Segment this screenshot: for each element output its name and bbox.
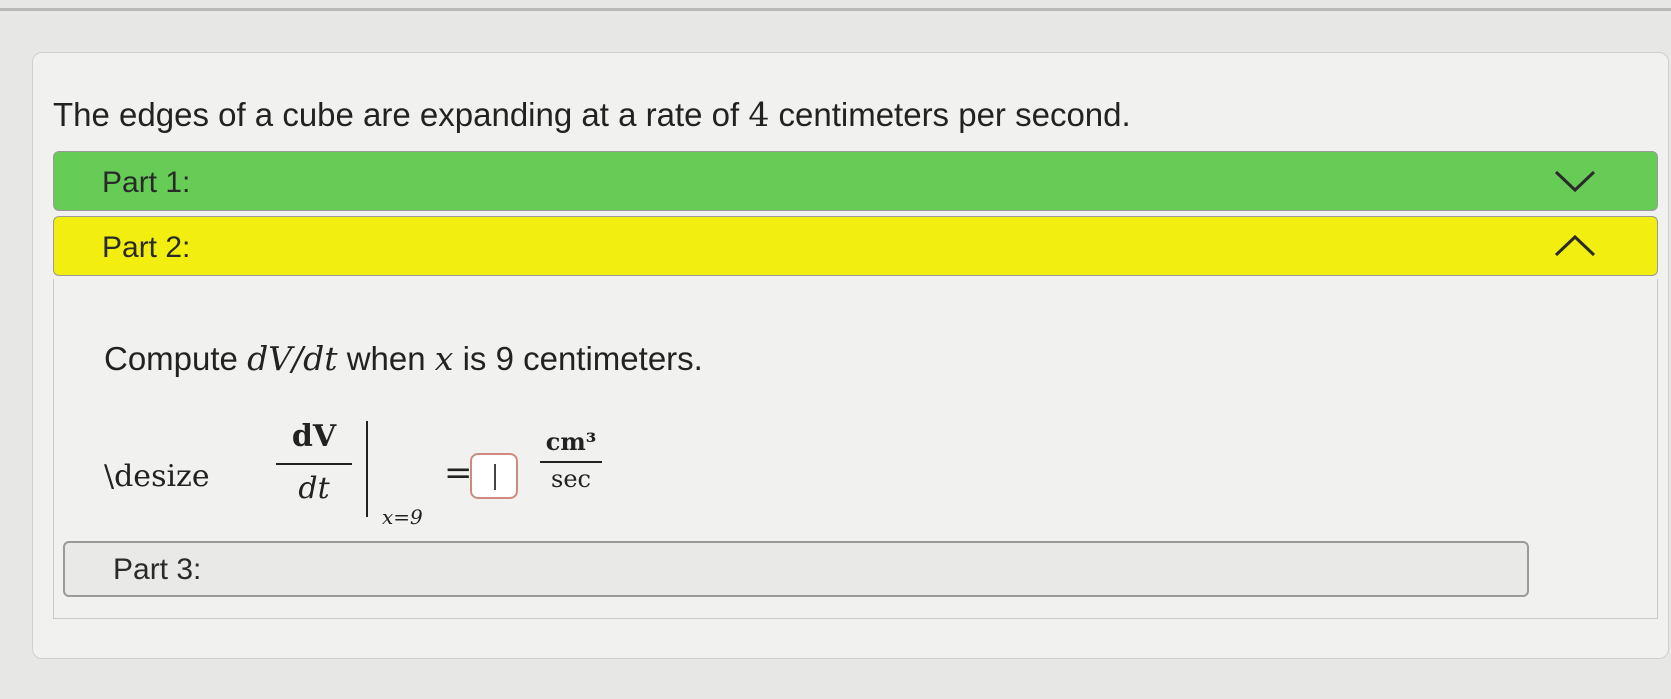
formula-prefix: \desize [104, 459, 210, 494]
prompt-derivative: dV/dt [247, 339, 338, 378]
intro-rate: 4 [748, 95, 770, 134]
part-1-header[interactable]: Part 1: [53, 151, 1658, 211]
fraction-numerator: dV [291, 419, 337, 454]
text-caret [494, 464, 496, 490]
unit-denominator: sec [551, 465, 591, 493]
chevron-up-icon[interactable] [1553, 231, 1597, 261]
part-2-label: Part 2: [102, 231, 191, 264]
equals-sign: = [444, 453, 473, 493]
prompt-variable: x [434, 339, 454, 378]
prompt-text-3: is 9 centimeters. [453, 340, 703, 377]
prompt-text-1: Compute [104, 340, 248, 377]
unit-fraction-bar [540, 461, 602, 463]
answer-input[interactable] [470, 453, 518, 499]
part-3-label: Part 3: [113, 553, 202, 586]
part-2-prompt: Compute dV/dt when x is 9 centimeters. [104, 339, 703, 378]
answer-formula: \desize dV dt x=9 = cm³ sec [104, 419, 624, 539]
question-card: The edges of a cube are expanding at a r… [32, 52, 1669, 659]
evaluation-bar [366, 421, 368, 517]
fraction-bar [276, 463, 352, 465]
fraction-denominator: dt [298, 471, 330, 506]
chevron-down-icon[interactable] [1553, 166, 1597, 196]
part-2-header[interactable]: Part 2: [53, 216, 1658, 276]
intro-text-before: The edges of a cube are expanding at a r… [53, 96, 749, 133]
part-1-label: Part 1: [102, 166, 191, 199]
evaluation-point: x=9 [382, 505, 423, 529]
intro-text-after: centimeters per second. [769, 96, 1131, 133]
question-intro: The edges of a cube are expanding at a r… [53, 95, 1131, 134]
part-3-header[interactable]: Part 3: [63, 541, 1529, 597]
top-divider [0, 8, 1671, 11]
prompt-text-2: when [337, 340, 435, 377]
unit-numerator: cm³ [545, 427, 597, 456]
